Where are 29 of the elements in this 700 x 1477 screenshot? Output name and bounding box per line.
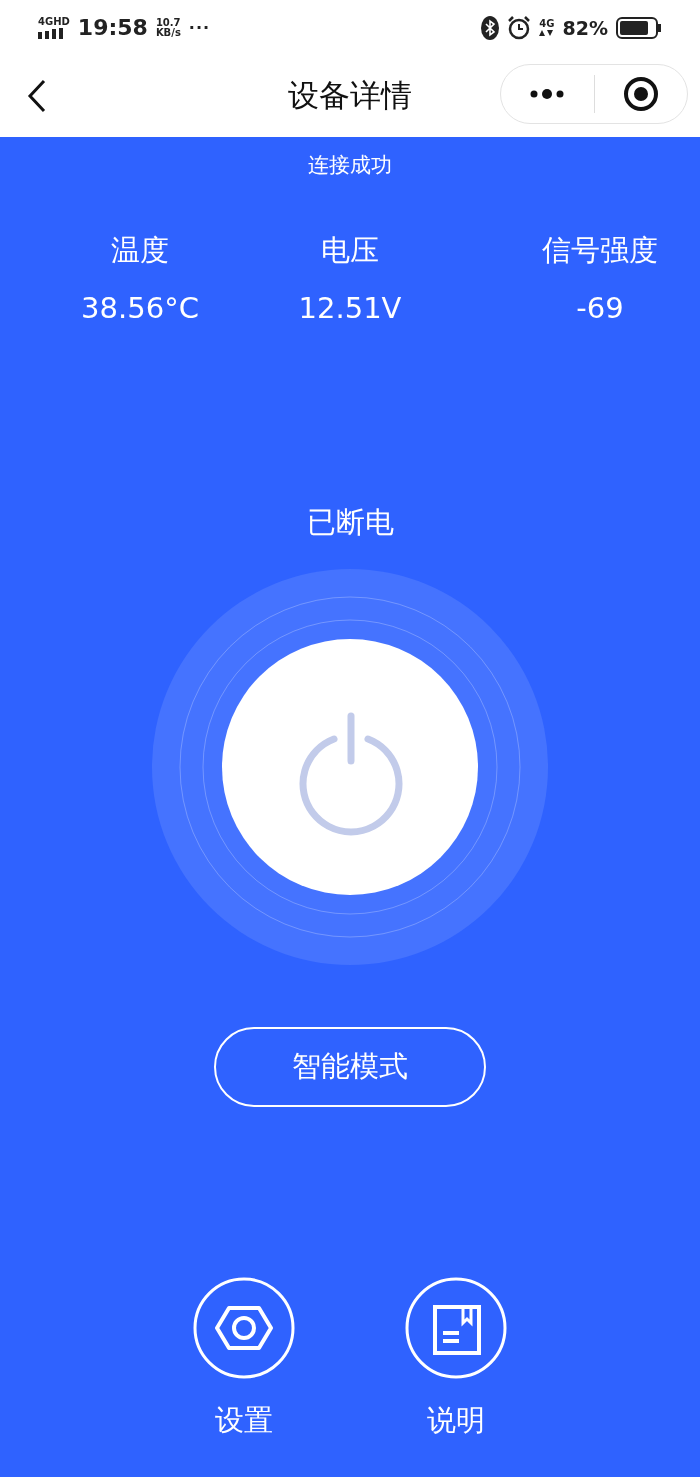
stat-value: -69 <box>576 291 624 325</box>
stat-label: 信号强度 <box>542 232 658 269</box>
battery-icon <box>616 16 662 39</box>
stat-label: 温度 <box>111 232 169 269</box>
back-icon[interactable] <box>26 79 48 113</box>
more-icon[interactable] <box>530 89 565 99</box>
page-title: 设备详情 <box>288 76 412 115</box>
stat-value: 38.56°C <box>81 291 199 325</box>
battery-percent: 82% <box>562 16 608 39</box>
data-network-label: 4G <box>539 18 555 29</box>
alarm-icon <box>507 15 532 40</box>
speed-unit: KB/s <box>155 27 181 38</box>
book-icon <box>405 1277 507 1379</box>
power-status: 已断电 <box>306 504 394 541</box>
power-button[interactable] <box>222 639 478 895</box>
more-indicator: ··· <box>188 18 211 37</box>
close-icon[interactable] <box>622 76 659 112</box>
settings-icon <box>193 1277 295 1379</box>
stat-value: 12.51V <box>298 291 402 325</box>
action-button[interactable]: 说明 <box>405 1277 507 1441</box>
network-label: 4GHD <box>38 16 70 27</box>
mode-button[interactable]: 智能模式 <box>214 1027 486 1107</box>
connection-status: 连接成功 <box>308 152 392 179</box>
bluetooth-icon <box>481 15 500 40</box>
clock-time: 19:58 <box>77 15 148 40</box>
speed-value: 10.7 <box>155 17 181 28</box>
data-arrows-icon <box>539 28 554 37</box>
action-button[interactable]: 设置 <box>193 1277 295 1441</box>
stat-label: 电压 <box>321 232 379 269</box>
